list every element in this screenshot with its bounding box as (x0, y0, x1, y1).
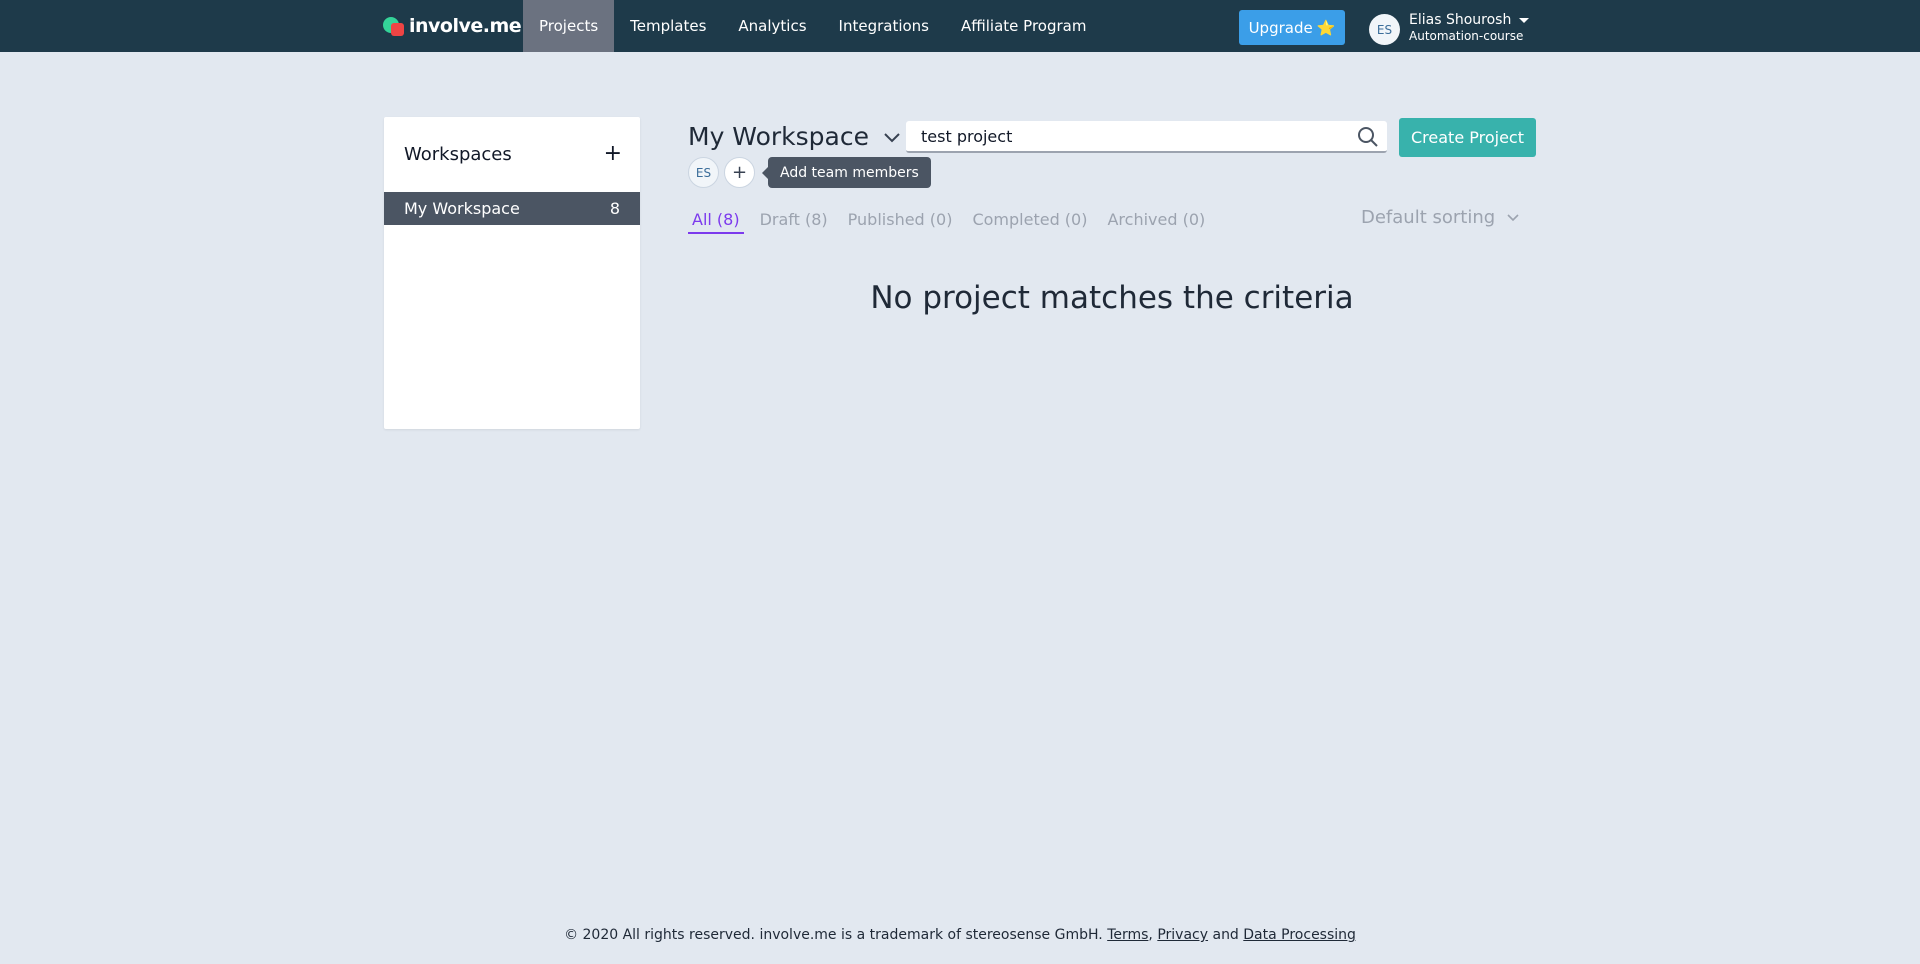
user-name: Elias Shourosh (1409, 12, 1512, 28)
create-project-button[interactable]: Create Project (1399, 118, 1536, 157)
tab-published[interactable]: Published (0) (844, 208, 957, 234)
footer: © 2020 All rights reserved. involve.me i… (0, 927, 1920, 943)
workspaces-panel: Workspaces + My Workspace 8 (384, 117, 640, 429)
upgrade-button[interactable]: Upgrade ⭐ (1239, 10, 1345, 45)
nav-item-projects[interactable]: Projects (523, 0, 615, 52)
tab-all[interactable]: All (8) (688, 208, 744, 234)
footer-separator: , (1148, 927, 1153, 943)
footer-copyright: © 2020 All rights reserved. involve.me i… (564, 927, 1103, 943)
user-org: Automation-course (1409, 29, 1524, 43)
nav-item-affiliate-program[interactable]: Affiliate Program (945, 0, 1102, 52)
nav-item-templates[interactable]: Templates (614, 0, 722, 52)
user-avatar[interactable]: ES (1369, 14, 1400, 45)
caret-down-icon (1519, 17, 1530, 23)
add-member-button[interactable]: + (724, 157, 755, 188)
add-workspace-icon[interactable]: + (604, 143, 622, 165)
terms-link[interactable]: Terms (1107, 927, 1148, 943)
member-avatar[interactable]: ES (688, 157, 719, 188)
workspaces-header: Workspaces + (404, 143, 622, 165)
sorting-label: Default sorting (1361, 207, 1496, 228)
main-nav: Projects Templates Analytics Integration… (523, 0, 1102, 52)
user-menu[interactable]: Elias Shourosh Automation-course (1409, 12, 1530, 43)
top-navbar: involve.me Projects Templates Analytics … (0, 0, 1920, 52)
sorting-dropdown[interactable]: Default sorting (1361, 207, 1519, 228)
privacy-link[interactable]: Privacy (1157, 927, 1208, 943)
brand-name: involve.me (409, 15, 522, 37)
upgrade-label: Upgrade (1248, 18, 1313, 37)
search-box (906, 121, 1387, 153)
data-processing-link[interactable]: Data Processing (1243, 927, 1356, 943)
add-team-members-tooltip: Add team members (762, 157, 931, 188)
tab-archived[interactable]: Archived (0) (1103, 208, 1209, 234)
tab-completed[interactable]: Completed (0) (968, 208, 1091, 234)
project-status-tabs: All (8) Draft (8) Published (0) Complete… (688, 208, 1221, 234)
star-icon: ⭐ (1316, 18, 1336, 37)
chevron-down-icon (1507, 213, 1519, 221)
workspace-selector[interactable]: My Workspace (688, 122, 901, 151)
workspace-item-label: My Workspace (404, 199, 520, 218)
empty-state-message: No project matches the criteria (870, 280, 1354, 316)
footer-and: and (1212, 927, 1239, 943)
search-icon[interactable] (1357, 126, 1379, 148)
logo-icon (383, 15, 405, 37)
nav-item-analytics[interactable]: Analytics (722, 0, 822, 52)
search-input[interactable] (906, 121, 1346, 151)
chevron-down-icon (884, 133, 900, 143)
workspaces-title: Workspaces (404, 143, 512, 165)
workspace-title: My Workspace (688, 122, 869, 151)
workspace-item-count: 8 (609, 199, 620, 218)
tab-draft[interactable]: Draft (8) (756, 208, 832, 234)
workspace-item-my-workspace[interactable]: My Workspace 8 (384, 192, 640, 225)
brand-logo[interactable]: involve.me (383, 14, 522, 38)
nav-item-integrations[interactable]: Integrations (823, 0, 945, 52)
